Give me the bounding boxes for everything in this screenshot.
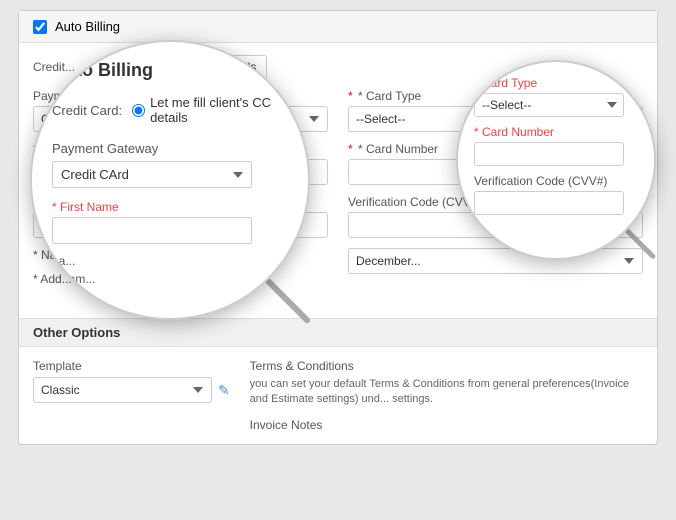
template-select[interactable]: Classic <box>33 377 212 403</box>
magnify-first-name-group: * First Name <box>52 200 288 244</box>
magnify-cc-label: Credit Card: <box>52 103 122 118</box>
magnify-gateway-section: Payment Gateway Credit CArd <box>52 141 288 188</box>
bottom-section: Template Classic ✎ Terms & Conditions yo… <box>19 347 657 444</box>
auto-billing-checkbox[interactable] <box>33 20 47 34</box>
invoice-notes-label: Invoice Notes <box>250 418 643 432</box>
magnify-left-content: Auto Billing Credit Card: Let me fill cl… <box>32 42 308 304</box>
magnify-card-type-select[interactable]: --Select-- <box>474 93 624 117</box>
template-select-row: Classic ✎ <box>33 377 230 403</box>
tc-label: Terms & Conditions <box>250 359 643 373</box>
magnify-gateway-label: Payment Gateway <box>52 141 288 156</box>
template-column: Template Classic ✎ <box>33 359 230 432</box>
magnify-first-name-label: * First Name <box>52 200 288 214</box>
magnify-right-content: * Card Type --Select-- * Card Number Ver… <box>458 62 654 229</box>
template-edit-icon[interactable]: ✎ <box>218 382 230 399</box>
other-options-bar: Other Options <box>19 318 657 347</box>
magnify-gateway-select[interactable]: Credit CArd <box>52 161 252 188</box>
magnify-radio-input[interactable] <box>132 104 145 117</box>
magnify-cvv-input[interactable] <box>474 191 624 215</box>
magnify-last-name-truncated: La... <box>52 254 288 268</box>
expiry-group: December... <box>348 248 643 274</box>
template-label: Template <box>33 359 230 373</box>
magnify-first-name-input[interactable] <box>52 217 252 244</box>
expiry-select[interactable]: December... <box>348 248 643 274</box>
other-options-label: Other Options <box>33 325 120 340</box>
magnify-cvv-label: Verification Code (CVV#) <box>474 174 638 188</box>
magnify-overlay-left: Auto Billing Credit Card: Let me fill cl… <box>30 40 310 320</box>
magnify-card-type-label: * Card Type <box>474 76 638 90</box>
magnify-name-truncated: * Nam... <box>52 272 288 286</box>
magnify-card-number-label: * Card Number <box>474 125 638 139</box>
magnify-overlay-right: * Card Type --Select-- * Card Number Ver… <box>456 60 656 260</box>
magnify-radio-option[interactable]: Let me fill client's CC details <box>132 95 288 125</box>
tc-text: you can set your default Terms & Conditi… <box>250 377 643 408</box>
tc-column: Terms & Conditions you can set your defa… <box>250 359 643 432</box>
magnify-card-number-input[interactable] <box>474 142 624 166</box>
magnify-cc-row: Credit Card: Let me fill client's CC det… <box>52 95 288 125</box>
auto-billing-title: Auto Billing <box>55 19 120 34</box>
auto-billing-header: Auto Billing <box>19 11 657 43</box>
magnify-radio-label: Let me fill client's CC details <box>150 95 288 125</box>
